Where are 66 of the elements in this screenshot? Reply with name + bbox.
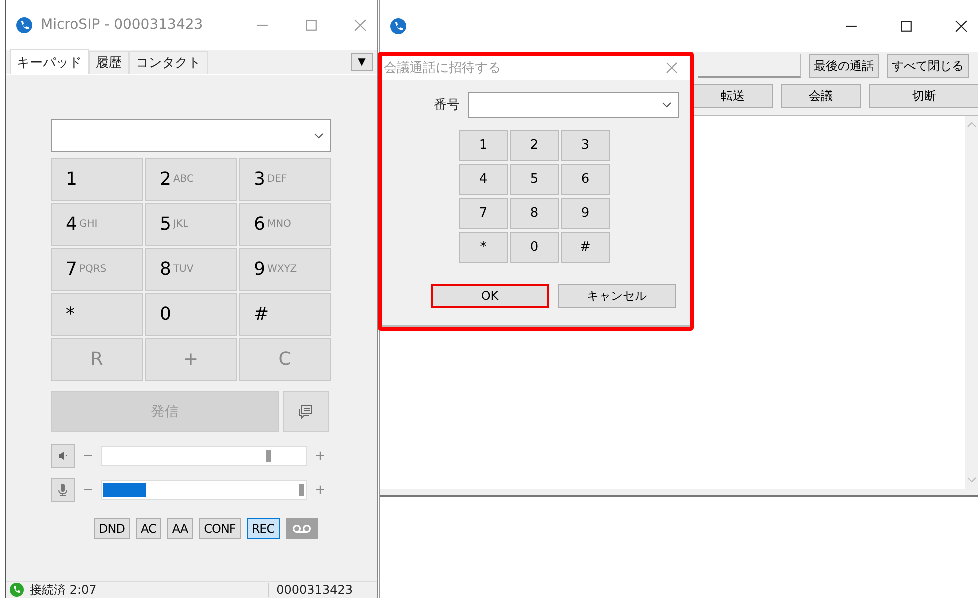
call-action-button[interactable]: 切断 [869,84,978,108]
toolbar-button[interactable]: すべて閉じる [887,54,969,78]
menu-button[interactable]: ▼ [351,53,373,71]
keypad-button[interactable]: 2 [510,130,559,161]
phone-globe-icon [16,16,33,34]
call-status: 接続済 2:07 [30,582,97,598]
keypad-button[interactable]: 1 [51,158,143,201]
microphone-button[interactable] [51,478,75,502]
close-icon[interactable] [955,20,968,32]
phone-icon [10,583,24,597]
toolbar-button[interactable]: 最後の通話 [809,54,879,78]
dialog-button[interactable]: OK [431,284,549,308]
speaker-button[interactable] [51,444,75,468]
account-number: 0000313423 [268,583,373,597]
call-action-button[interactable]: 転送 [693,84,773,108]
chat-icon [298,404,314,420]
keypad-button[interactable]: # [561,232,610,263]
minus-label: − [83,448,93,464]
tab[interactable]: コンタクト [129,51,208,74]
keypad-button[interactable]: 9 [561,198,610,229]
keypad-button[interactable]: 3 [561,130,610,161]
toggle-button[interactable]: AC [136,518,162,539]
dialog-button[interactable]: キャンセル [558,284,676,308]
window-title: MicroSIP - 0000313423 [41,17,204,33]
minus-label: − [83,482,93,498]
slider-thumb[interactable] [298,484,304,496]
plus-label: + [315,482,325,498]
chevron-down-icon [314,132,324,138]
toggle-button[interactable]: CONF [199,518,241,539]
dialog-title: 会議通話に招待する [384,60,502,77]
keypad-button[interactable]: * [459,232,508,263]
message-input-area[interactable] [380,495,978,598]
maximize-icon[interactable] [900,20,913,32]
chevron-down-icon [662,102,672,108]
keypad-button[interactable]: # [239,293,331,336]
keypad-button[interactable]: * [51,293,143,336]
toggle-button[interactable]: AA [167,518,194,539]
plus-label: + [315,448,325,464]
number-field[interactable] [468,92,679,118]
message-button[interactable] [283,391,329,432]
keypad-button[interactable]: 1 [459,130,508,161]
keypad-button[interactable]: 6 [561,164,610,195]
voicemail-button[interactable] [286,518,318,539]
toggle-button[interactable]: DND [94,518,130,539]
slider-thumb[interactable] [266,450,272,462]
tab[interactable]: 履歴 [89,51,129,74]
dial-field[interactable] [51,119,331,152]
number-label: 番号 [434,97,460,114]
keypad-button[interactable]: 5 [510,164,559,195]
keypad-button[interactable]: 4 [459,164,508,195]
speaker-volume-slider[interactable] [101,446,307,466]
microphone-icon [57,483,69,497]
phone-globe-icon [390,18,407,34]
call-action-button[interactable]: 会議 [781,84,861,108]
keypad-button[interactable]: 7 [459,198,508,229]
keypad-button[interactable]: 0 [145,293,237,336]
scroll-up-icon[interactable] [966,122,976,128]
scroll-down-icon[interactable] [966,477,976,483]
call-input-field[interactable] [698,54,801,78]
keypad-button[interactable]: 0 [510,232,559,263]
voicemail-icon [292,524,312,534]
tab[interactable]: キーパッド [10,49,89,74]
scrollbar[interactable] [965,116,978,489]
toggle-button[interactable]: REC [246,518,280,539]
microphone-volume-slider[interactable] [101,480,307,500]
keypad-button[interactable]: 8 [510,198,559,229]
